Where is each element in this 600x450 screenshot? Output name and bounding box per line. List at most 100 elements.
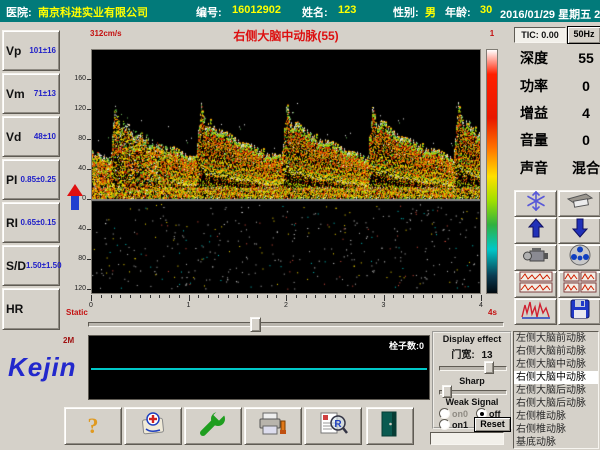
doppler-spectrogram xyxy=(92,50,480,293)
dual-view-icon xyxy=(519,271,553,298)
y-axis-tick-label: 0 xyxy=(64,194,86,204)
x-axis-tick xyxy=(198,295,199,298)
x-axis-tick xyxy=(403,295,404,298)
vessel-item[interactable]: 左侧椎动脉 xyxy=(514,410,598,423)
floppy-button[interactable] xyxy=(558,298,600,325)
vessel-item[interactable]: 左侧大脑中动脉 xyxy=(514,358,598,371)
gate-slider-track[interactable] xyxy=(439,366,507,371)
header-bar: 2016/01/29 星期五 23:11:54 医院:南京科进实业有限公司编号:… xyxy=(0,0,600,22)
x-axis-tick xyxy=(335,295,336,298)
y-axis-tick xyxy=(87,229,91,230)
vessel-item[interactable]: 右侧椎动脉 xyxy=(514,423,598,436)
vessel-item[interactable]: 左侧大脑后动脉 xyxy=(514,384,598,397)
y-axis-tick-label: 40 xyxy=(64,164,86,174)
gate-width-row: 门宽: 13 xyxy=(434,346,510,361)
probe-label: 2M xyxy=(63,336,74,345)
radio-on0[interactable]: on0 xyxy=(439,408,468,419)
x-axis-tick xyxy=(257,295,258,298)
quad-view-button[interactable] xyxy=(558,271,600,298)
setting-value: 0 xyxy=(572,132,600,148)
eject-button[interactable] xyxy=(558,190,600,217)
y-axis-tick-label: 40 xyxy=(64,224,86,234)
header-field-label: 编号: xyxy=(196,4,222,20)
x-axis-tick xyxy=(179,295,180,298)
status-field xyxy=(430,432,504,445)
colorbar-scale-label: 1 xyxy=(486,29,498,38)
vessel-title: 右侧大脑中动脉(55) xyxy=(91,27,481,44)
snowflake-button[interactable] xyxy=(514,190,557,217)
report-button[interactable]: R xyxy=(304,407,362,445)
x-axis-tick-label: 3 xyxy=(374,302,394,309)
svg-text:R: R xyxy=(334,419,342,430)
radio-on1-circle[interactable] xyxy=(439,419,450,430)
radio-on0-circle[interactable] xyxy=(439,408,450,419)
wrench-button[interactable] xyxy=(184,407,242,445)
x-axis-tick xyxy=(325,295,326,298)
arrow-down-button[interactable] xyxy=(558,217,600,244)
snowflake-icon xyxy=(526,191,546,216)
x-axis-tick xyxy=(471,295,472,298)
measure-value: 0.85±0.25 xyxy=(20,175,56,184)
setting-value: 55 xyxy=(572,50,600,66)
arrow-up-button[interactable] xyxy=(514,217,557,244)
dual-view-button[interactable] xyxy=(514,271,557,298)
radio-on1[interactable]: on1 xyxy=(439,419,468,430)
y-axis-tick xyxy=(87,289,91,290)
y-axis-tick xyxy=(87,79,91,80)
vessel-item[interactable]: 右侧大脑后动脉 xyxy=(514,397,598,410)
printer-button[interactable] xyxy=(244,407,302,445)
gate-width-label: 门宽: xyxy=(451,350,474,361)
x-axis-tick-label: 0 xyxy=(81,302,101,309)
measure-value: 71±13 xyxy=(34,89,56,98)
x-axis-tick xyxy=(423,295,424,298)
y-axis-tick xyxy=(87,139,91,140)
report-icon: R xyxy=(318,411,348,442)
y-axis-tick-label: 80 xyxy=(64,254,86,264)
measure-value: 101±16 xyxy=(29,46,56,55)
reset-button[interactable]: Reset xyxy=(474,417,511,432)
display-effect-title: Display effect xyxy=(434,334,510,344)
x-axis-tick xyxy=(130,295,131,298)
measure-box-vd: Vd48±10 xyxy=(2,116,60,157)
patient-button[interactable] xyxy=(124,407,182,445)
vessel-list: 左侧大脑前动脉右侧大脑前动脉左侧大脑中动脉右侧大脑中动脉左侧大脑后动脉右侧大脑后… xyxy=(513,331,599,449)
eject-icon xyxy=(566,192,594,215)
measure-box-s-d: S/D1.50±1.50 xyxy=(2,245,60,286)
film-reel-button[interactable] xyxy=(558,244,600,271)
exit-door-button[interactable] xyxy=(366,407,414,445)
help-icon: ? xyxy=(88,413,99,439)
timeline-slider-thumb[interactable] xyxy=(250,317,261,332)
camera-button[interactable] xyxy=(514,244,557,271)
x-axis-tick xyxy=(169,295,170,298)
setting-row: 音量 0 xyxy=(514,129,600,151)
x-axis-tick xyxy=(140,295,141,298)
timeline-slider-track[interactable] xyxy=(88,322,504,327)
y-axis-tick xyxy=(87,109,91,110)
frequency-button[interactable]: 50Hz xyxy=(567,26,600,44)
y-axis-tick xyxy=(87,199,91,200)
setting-label: 深度 xyxy=(520,48,548,68)
arrow-up-icon xyxy=(528,218,544,243)
spectrum-button[interactable] xyxy=(514,298,557,325)
vessel-item[interactable]: 基底动脉 xyxy=(514,436,598,449)
help-button[interactable]: ? xyxy=(64,407,122,445)
setting-value: 混合 xyxy=(572,158,600,178)
measure-box-vp: Vp101±16 xyxy=(2,30,60,71)
vessel-item[interactable]: 左侧大脑前动脉 xyxy=(514,332,598,345)
doppler-colorbar xyxy=(486,49,498,294)
setting-row: 深度 55 xyxy=(514,47,600,69)
vessel-item[interactable]: 右侧大脑前动脉 xyxy=(514,345,598,358)
gate-slider-thumb[interactable] xyxy=(484,361,494,374)
vessel-item[interactable]: 右侧大脑中动脉 xyxy=(514,371,598,384)
setting-label: 音量 xyxy=(520,130,548,150)
header-field-value: 16012902 xyxy=(232,4,281,16)
static-mode-label: Static xyxy=(66,308,88,317)
x-axis-tick xyxy=(101,295,102,298)
wrench-icon xyxy=(198,411,228,442)
header-field-label: 性别: xyxy=(393,4,419,20)
header-field-value: 南京科进实业有限公司 xyxy=(38,4,148,20)
film-reel-icon xyxy=(569,244,591,271)
quad-view-icon xyxy=(563,271,597,298)
x-axis-tick xyxy=(374,295,375,298)
x-axis-tick xyxy=(267,295,268,298)
